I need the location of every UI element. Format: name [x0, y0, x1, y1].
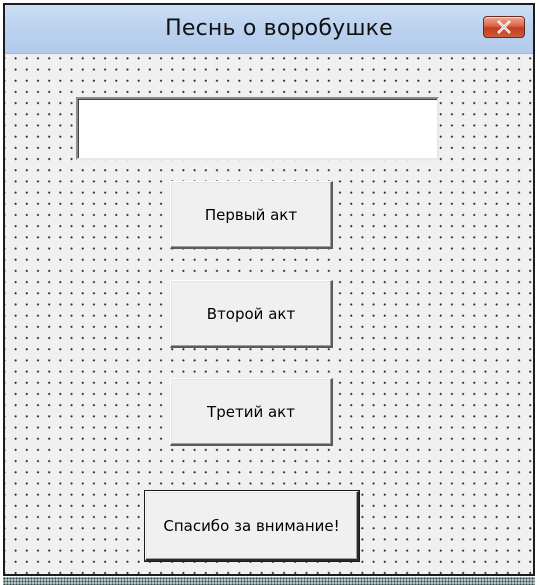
window-title: Песнь о воробушке: [165, 16, 393, 41]
third-act-button[interactable]: Третий акт: [170, 378, 333, 446]
thank-you-button[interactable]: Спасибо за внимание!: [144, 490, 360, 562]
close-button[interactable]: [483, 16, 525, 38]
userform-window: Песнь о воробушке Первый акт Второй акт …: [3, 3, 535, 576]
second-act-button[interactable]: Второй акт: [170, 280, 333, 348]
close-icon: [497, 20, 511, 34]
title-bar[interactable]: Песнь о воробушке: [5, 5, 533, 54]
song-text-field[interactable]: [76, 97, 439, 160]
first-act-button[interactable]: Первый акт: [170, 181, 333, 249]
bottom-edge-strip: [3, 577, 535, 585]
